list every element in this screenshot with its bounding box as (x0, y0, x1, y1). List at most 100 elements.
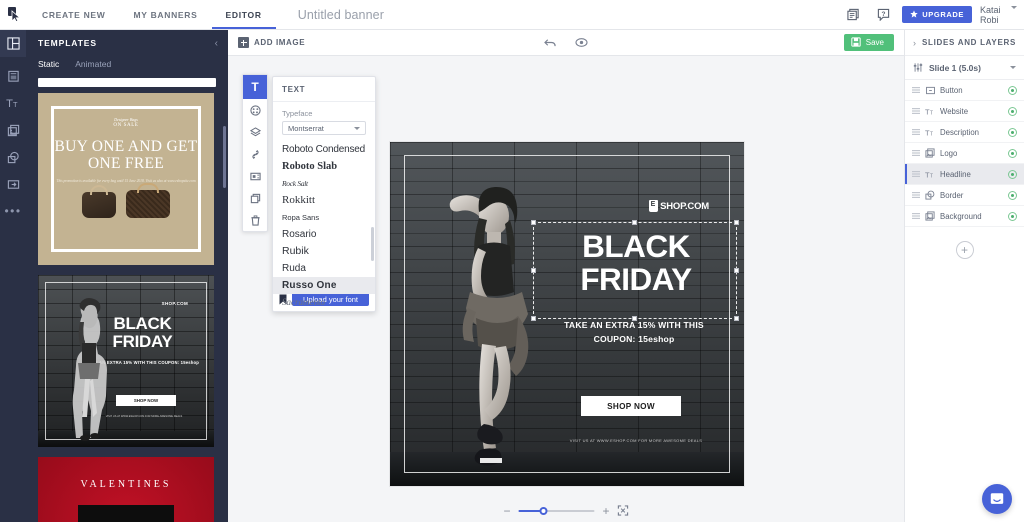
help-icon[interactable]: ? (868, 0, 898, 29)
zoom-out-button[interactable]: − (503, 505, 510, 517)
layer-name: Background (940, 211, 982, 221)
chevron-right-icon[interactable]: › (913, 38, 916, 48)
font-option-rubik[interactable]: Rubik (273, 243, 375, 260)
rail-text-icon[interactable]: T T (0, 90, 26, 117)
layer-visibility-toggle[interactable] (1008, 211, 1017, 221)
app-logo[interactable] (0, 0, 28, 29)
drag-handle-icon[interactable] (912, 86, 920, 94)
upgrade-label: UPGRADE (922, 10, 964, 19)
save-button[interactable]: Save (843, 34, 894, 51)
pages-icon[interactable] (838, 0, 868, 29)
layer-row-description[interactable]: TT Description (905, 122, 1024, 143)
undo-icon[interactable] (544, 37, 557, 48)
template-buy-one-get-one[interactable]: Designer Bags ON SALE BUY ONE AND GET ON… (38, 93, 214, 265)
duplicate-icon[interactable] (243, 187, 267, 209)
banner-headline-layer[interactable]: BLACK FRIDAY (536, 230, 736, 296)
document-title[interactable]: Untitled banner (276, 0, 384, 29)
layer-name: Website (940, 106, 969, 116)
banner-website-layer[interactable]: VISIT US AT WWW.ESHOP.COM FOR MORE AWESO… (536, 438, 736, 443)
chevron-down-icon[interactable] (1010, 66, 1016, 69)
add-slide-button[interactable]: + (955, 241, 974, 259)
banner-logo-text: SHOP.COM (660, 200, 709, 212)
drag-handle-icon[interactable] (912, 191, 920, 199)
rail-background-icon[interactable] (0, 63, 26, 90)
font-option-ruda[interactable]: Ruda (273, 260, 375, 277)
zoom-slider-handle[interactable] (539, 506, 548, 515)
layer-visibility-toggle[interactable] (1008, 169, 1017, 179)
tab-animated[interactable]: Animated (75, 59, 111, 73)
text-tool-icon[interactable]: T (243, 75, 267, 99)
drag-handle-icon[interactable] (912, 149, 920, 157)
font-list[interactable]: Roboto Condensed Roboto Slab Rock Salt R… (273, 141, 375, 307)
add-image-label: ADD IMAGE (254, 38, 306, 47)
layer-visibility-toggle[interactable] (1008, 85, 1017, 95)
banner-logo-layer[interactable]: SHOP.COM (649, 200, 709, 212)
layers-icon[interactable] (243, 121, 267, 143)
chat-bubble-icon[interactable] (982, 484, 1012, 514)
rail-templates-icon[interactable] (0, 30, 26, 57)
banner-description-line1: TAKE AN EXTRA 15% WITH THIS (564, 320, 704, 330)
animation-icon[interactable] (243, 165, 267, 187)
layer-row-border[interactable]: Border (905, 185, 1024, 206)
banner-canvas[interactable]: SHOP.COM BLACK FRIDAY TAKE AN EXTRA 15% … (390, 142, 744, 486)
nav-create-new[interactable]: CREATE NEW (28, 0, 120, 29)
font-option-rokkitt[interactable]: Rokkitt (273, 192, 375, 209)
rail-shape-icon[interactable] (0, 144, 26, 171)
tab-static[interactable]: Static (38, 59, 59, 73)
banner-description-line2: COUPON: 15eshop (593, 334, 675, 344)
typeface-selected-value: Montserrat (288, 123, 324, 133)
font-option-roboto-slab[interactable]: Roboto Slab (273, 158, 375, 175)
layer-name: Border (940, 190, 964, 200)
font-option-russo-one[interactable]: Russo One (273, 277, 375, 294)
link-icon[interactable] (243, 143, 267, 165)
text-panel-title: TEXT (273, 77, 375, 102)
svg-text:?: ? (881, 11, 885, 18)
font-option-rock-salt[interactable]: Rock Salt (273, 175, 375, 192)
zoom-in-button[interactable]: + (603, 505, 610, 517)
template-black-friday[interactable]: SHOP.COM BLACK FRIDAY TAKE AN EXTRA 15% … (38, 275, 214, 447)
slide-row[interactable]: Slide 1 (5.0s) (905, 56, 1024, 80)
upgrade-button[interactable]: UPGRADE (902, 6, 972, 23)
banner-shop-now-button[interactable]: SHOP NOW (581, 396, 681, 416)
drag-handle-icon[interactable] (912, 170, 920, 178)
layer-row-logo[interactable]: Logo (905, 143, 1024, 164)
layer-name: Description (940, 127, 979, 137)
add-image-button[interactable]: ADD IMAGE (238, 37, 305, 48)
nav-my-banners[interactable]: MY BANNERS (120, 0, 212, 29)
font-option-rosario[interactable]: Rosario (273, 226, 375, 243)
font-option-ropa-sans[interactable]: Ropa Sans (273, 209, 375, 226)
layer-visibility-toggle[interactable] (1008, 190, 1017, 200)
drag-handle-icon[interactable] (912, 128, 920, 136)
rail-image-icon[interactable] (0, 117, 26, 144)
templates-scrollbar[interactable] (223, 126, 226, 188)
sliders-icon[interactable] (913, 62, 923, 73)
color-palette-icon[interactable] (243, 99, 267, 121)
user-menu[interactable]: Katai Robi (980, 5, 1018, 25)
rail-button-icon[interactable] (0, 171, 26, 198)
template-valentines[interactable]: VALENTINES 50% JUST SAY THOSE "WORDS" (38, 457, 214, 522)
layer-row-headline[interactable]: TT Headline (905, 164, 1024, 185)
layer-row-website[interactable]: TT Website (905, 101, 1024, 122)
layer-visibility-toggle[interactable] (1008, 127, 1017, 137)
drag-handle-icon[interactable] (912, 107, 920, 115)
delete-icon[interactable] (243, 209, 267, 231)
nav-editor[interactable]: EDITOR (211, 0, 276, 29)
font-list-scrollbar[interactable] (371, 227, 374, 261)
zoom-slider[interactable] (518, 506, 595, 515)
layer-name: Logo (940, 148, 958, 158)
layer-visibility-toggle[interactable] (1008, 106, 1017, 116)
font-option-roboto-condensed[interactable]: Roboto Condensed (273, 141, 375, 158)
layer-visibility-toggle[interactable] (1008, 148, 1017, 158)
chevron-left-icon[interactable]: ‹ (215, 38, 218, 49)
drag-handle-icon[interactable] (912, 212, 920, 220)
banner-description-layer[interactable]: TAKE AN EXTRA 15% WITH THIS COUPON: 15es… (536, 318, 732, 346)
layer-row-button[interactable]: Button (905, 80, 1024, 101)
fit-to-screen-icon[interactable] (617, 505, 629, 516)
templates-search-input[interactable] (38, 78, 216, 87)
font-option-sacramento[interactable]: Sacramento (273, 294, 375, 311)
layer-row-background[interactable]: Background (905, 206, 1024, 227)
shape-layer-icon (925, 190, 935, 200)
typeface-select[interactable]: Montserrat (282, 121, 366, 135)
rail-more-icon[interactable]: ••• (0, 198, 26, 224)
eye-icon[interactable] (575, 37, 588, 48)
